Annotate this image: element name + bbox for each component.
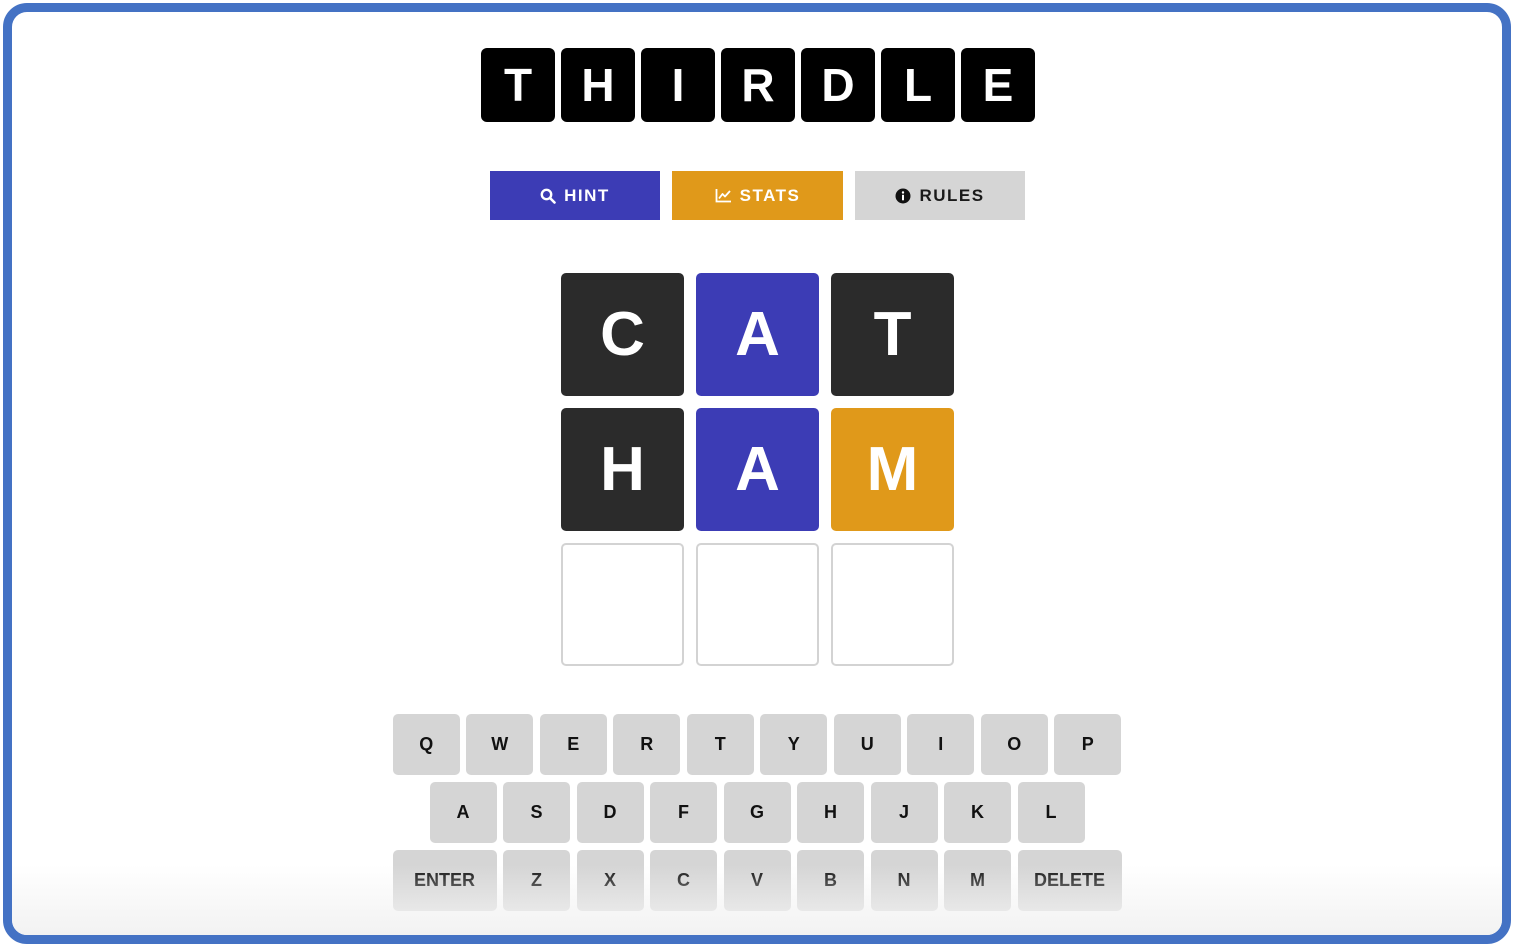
board-tile: M: [831, 408, 954, 531]
chart-line-icon: [715, 189, 731, 203]
key-q[interactable]: Q: [392, 714, 460, 775]
board-tile: [561, 543, 684, 666]
app-frame: T H I R D L E HINT STATS RULES C A T H A…: [3, 3, 1511, 944]
stats-button-label: STATS: [739, 185, 801, 205]
board-tile: C: [561, 273, 684, 396]
key-d[interactable]: D: [576, 782, 644, 843]
board-tile: [696, 543, 819, 666]
keyboard-row: Q W E R T Y U I O P: [12, 714, 1502, 775]
key-y[interactable]: Y: [760, 714, 828, 775]
key-u[interactable]: U: [833, 714, 901, 775]
title-letter-tile: H: [561, 48, 635, 122]
title-letter-tile: R: [721, 48, 795, 122]
key-i[interactable]: I: [907, 714, 975, 775]
key-o[interactable]: O: [980, 714, 1048, 775]
title-letter-tile: E: [961, 48, 1035, 122]
board-tile: T: [831, 273, 954, 396]
info-circle-icon: [895, 188, 911, 203]
key-g[interactable]: G: [723, 782, 791, 843]
key-f[interactable]: F: [650, 782, 717, 843]
stats-button[interactable]: STATS: [672, 171, 843, 220]
title-letter-tile: L: [881, 48, 955, 122]
key-s[interactable]: S: [503, 782, 570, 843]
search-icon: [540, 188, 556, 204]
board-tile: A: [696, 408, 819, 531]
key-a[interactable]: A: [429, 782, 497, 843]
key-j[interactable]: J: [870, 782, 938, 843]
key-k[interactable]: K: [944, 782, 1011, 843]
rules-button-label: RULES: [919, 185, 985, 205]
guess-board: C A T H A M: [561, 273, 954, 666]
board-tile: [831, 543, 954, 666]
key-e[interactable]: E: [539, 714, 607, 775]
hint-button-label: HINT: [564, 185, 610, 205]
key-t[interactable]: T: [686, 714, 754, 775]
bottom-fade: [12, 865, 1502, 935]
board-tile: A: [696, 273, 819, 396]
title-letter-tile: D: [801, 48, 875, 122]
title-letter-tile: T: [481, 48, 555, 122]
board-tile: H: [561, 408, 684, 531]
menu-bar: HINT STATS RULES: [490, 171, 1025, 220]
key-p[interactable]: P: [1054, 714, 1122, 775]
hint-button[interactable]: HINT: [490, 171, 660, 220]
game-title: T H I R D L E: [481, 48, 1035, 122]
key-r[interactable]: R: [613, 714, 681, 775]
keyboard-row: A S D F G H J K L: [12, 782, 1502, 843]
key-h[interactable]: H: [797, 782, 864, 843]
rules-button[interactable]: RULES: [855, 171, 1025, 220]
title-letter-tile: I: [641, 48, 715, 122]
key-w[interactable]: W: [466, 714, 534, 775]
key-l[interactable]: L: [1017, 782, 1085, 843]
